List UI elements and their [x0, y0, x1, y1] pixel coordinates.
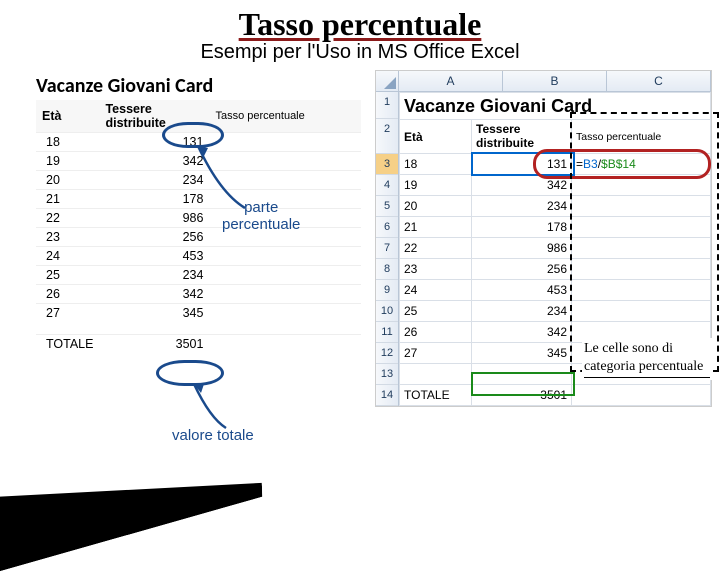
cell[interactable]: 27	[400, 343, 472, 364]
info-text: Le celle sono di categoria percentuale	[582, 338, 712, 380]
cell[interactable]	[472, 364, 572, 385]
cell[interactable]: 25	[400, 301, 472, 322]
right-sheet-title[interactable]: Vacanze Giovani Card	[400, 93, 711, 120]
cell[interactable]: 19	[400, 175, 472, 196]
row-header[interactable]: 14	[376, 385, 398, 406]
row-header[interactable]: 1	[376, 92, 398, 119]
cell[interactable]: 18	[400, 154, 472, 175]
cell[interactable]: 342	[472, 175, 572, 196]
row-header[interactable]: 9	[376, 280, 398, 301]
cell[interactable]: 26	[400, 322, 472, 343]
cell[interactable]: Tasso percentuale	[572, 120, 711, 154]
col-header-a[interactable]: A	[399, 71, 503, 91]
row-headers: 1 2 3 4 5 6 7 8 9 10 11 12 13 14	[376, 92, 399, 406]
excel-column-headers: A B C	[376, 71, 711, 92]
table-row: 23256	[36, 228, 361, 247]
row-header[interactable]: 3	[376, 154, 398, 175]
row-header[interactable]: 10	[376, 301, 398, 322]
slide-subtitle: Esempi per l'Uso in MS Office Excel	[0, 41, 720, 64]
row-header[interactable]: 7	[376, 238, 398, 259]
cell[interactable]	[572, 217, 711, 238]
cell[interactable]	[400, 364, 472, 385]
cell[interactable]	[572, 301, 711, 322]
cell[interactable]: 20	[400, 196, 472, 217]
left-spreadsheet: Vacanze Giovani Card Età Tessere distrib…	[36, 70, 361, 353]
slide-title: Tasso percentuale	[0, 6, 720, 43]
row-header[interactable]: 13	[376, 364, 398, 385]
cell[interactable]: Tessere distribuite	[472, 120, 572, 154]
cell[interactable]: Età	[400, 120, 472, 154]
table-row: 21178	[36, 190, 361, 209]
total-label: TOTALE	[36, 334, 99, 353]
table-row: 18131	[36, 133, 361, 152]
cell[interactable]: 24	[400, 280, 472, 301]
cell[interactable]: 22	[400, 238, 472, 259]
cell[interactable]: 3501	[472, 385, 572, 406]
row-header[interactable]: 5	[376, 196, 398, 217]
cell[interactable]	[572, 280, 711, 301]
table-row: 25234	[36, 266, 361, 285]
cell[interactable]	[572, 238, 711, 259]
cell[interactable]: 256	[472, 259, 572, 280]
cell[interactable]	[572, 175, 711, 196]
cell[interactable]: 453	[472, 280, 572, 301]
row-header[interactable]: 4	[376, 175, 398, 196]
table-row: 27345	[36, 304, 361, 323]
total-value: 3501	[99, 334, 209, 353]
cell[interactable]	[572, 385, 711, 406]
table-row: 20234	[36, 171, 361, 190]
row-header[interactable]: 11	[376, 322, 398, 343]
table-row: 19342	[36, 152, 361, 171]
row-header[interactable]: 8	[376, 259, 398, 280]
cell[interactable]: 178	[472, 217, 572, 238]
cell[interactable]: 342	[472, 322, 572, 343]
cell[interactable]: TOTALE	[400, 385, 472, 406]
cell[interactable]: 23	[400, 259, 472, 280]
row-header[interactable]: 12	[376, 343, 398, 364]
left-table: Età Tessere distribuite Tasso percentual…	[36, 100, 361, 353]
cell[interactable]	[572, 196, 711, 217]
cell[interactable]: 345	[472, 343, 572, 364]
total-row: TOTALE 3501	[36, 334, 361, 353]
col-age-header: Età	[36, 100, 99, 133]
table-row: 24453	[36, 247, 361, 266]
row-header[interactable]: 6	[376, 217, 398, 238]
col-header-c[interactable]: C	[607, 71, 711, 91]
left-sheet-title: Vacanze Giovani Card	[36, 70, 361, 100]
col-header-b[interactable]: B	[503, 71, 607, 91]
row-header[interactable]: 2	[376, 119, 398, 154]
valore-callout: valore totale	[172, 428, 254, 445]
table-row: 26342	[36, 285, 361, 304]
cell[interactable]: 131	[472, 154, 572, 175]
cell[interactable]	[572, 259, 711, 280]
cell[interactable]: 986	[472, 238, 572, 259]
formula-cell[interactable]: =B3/$B$14	[572, 154, 711, 175]
cell[interactable]: 234	[472, 301, 572, 322]
col-tessere-header: Tessere distribuite	[99, 100, 209, 133]
valore-circle-icon	[156, 360, 224, 386]
cell[interactable]: 21	[400, 217, 472, 238]
col-tasso-header: Tasso percentuale	[209, 100, 361, 133]
cell[interactable]: 234	[472, 196, 572, 217]
arrow-icon	[190, 378, 250, 433]
select-all-icon[interactable]	[376, 71, 399, 91]
decorative-swoosh	[0, 358, 262, 582]
table-row: 22986	[36, 209, 361, 228]
parte-callout: parte percentuale	[222, 200, 300, 233]
